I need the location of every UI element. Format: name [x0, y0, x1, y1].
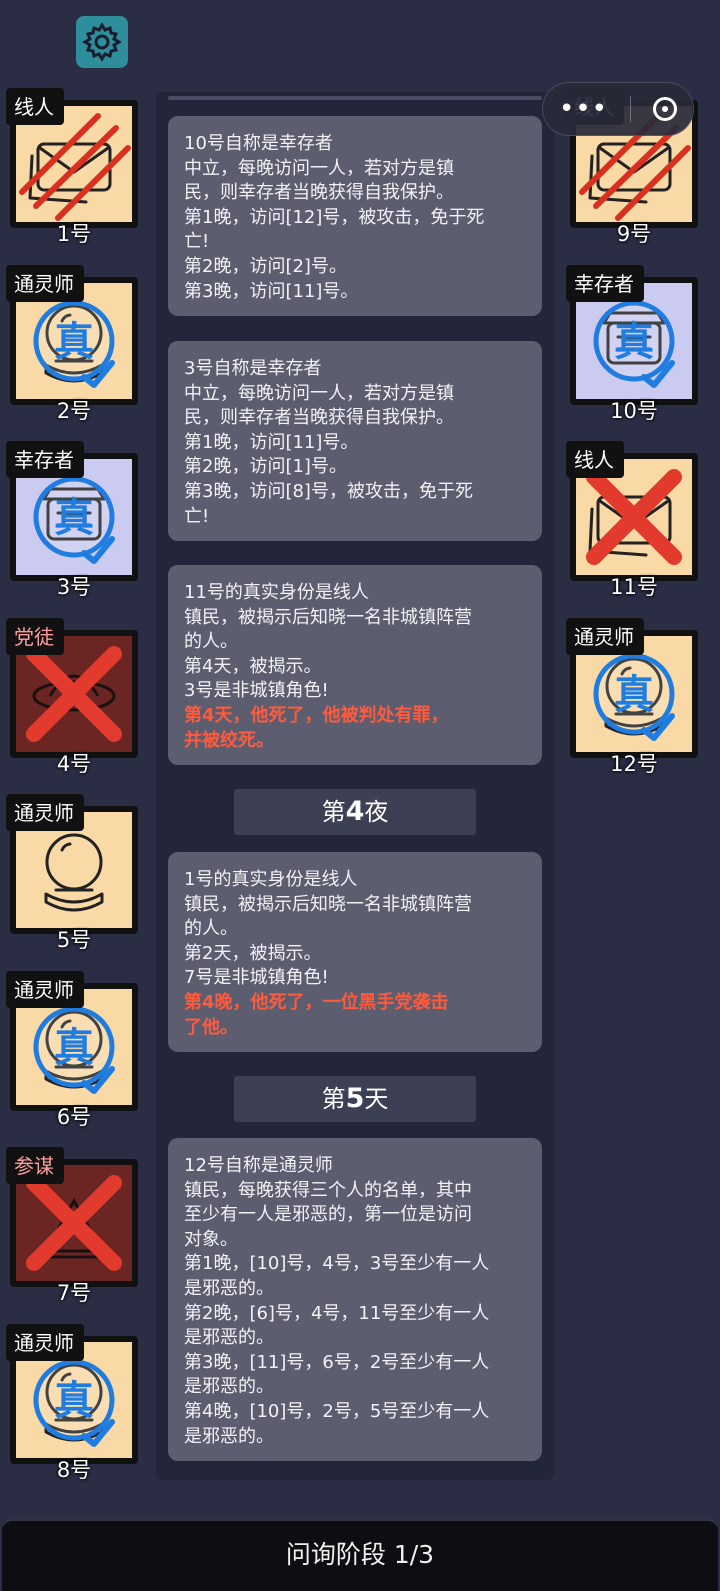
role-label: 党徒	[6, 617, 64, 655]
message-line: 民，则幸存者当晚获得自我保护。	[184, 182, 454, 204]
message-line: 中立，每晚访问一人，若对方是镇	[184, 157, 454, 179]
player-card-3[interactable]: 幸存者 真 3号	[4, 441, 144, 617]
message-line: 是邪恶的。	[184, 1327, 274, 1349]
log-message: 11号的真实身份是线人镇民，被揭示后知晓一名非城镇阵营 的人。 第4天，被揭示。 3号…	[168, 565, 542, 766]
message-line: 的人。	[184, 631, 238, 653]
message-line: 民，则幸存者当晚获得自我保护。	[184, 407, 454, 429]
message-line: 3号是非城镇角色!	[184, 680, 329, 702]
message-line: 第3晚，访问[11]号。	[184, 280, 359, 302]
player-number: 10号	[610, 398, 658, 423]
player-number: 11号	[610, 575, 658, 599]
message-line: 第2天，被揭示。	[184, 942, 322, 964]
svg-text:真: 真	[54, 1378, 94, 1424]
role-label: 幸存者	[566, 264, 644, 302]
player-number: 5号	[56, 928, 92, 952]
message-title: 11号的真实身份是线人	[184, 582, 369, 603]
message-title: 10号自称是幸存者	[184, 133, 333, 154]
log-message: 3号自称是幸存者中立，每晚访问一人，若对方是镇 民，则幸存者当晚获得自我保护。 第1…	[168, 341, 542, 542]
message-line: 亡!	[184, 231, 210, 253]
log-message: 1号的真实身份是线人镇民，被揭示后知晓一名非城镇阵营 的人。 第2天，被揭示。 7号是…	[168, 852, 542, 1053]
message-line: 第4天，被揭示。	[184, 655, 322, 677]
game-log-panel[interactable]: 10号自称是幸存者 中立，每晚访问一人，若对方是镇 民，则幸存者当晚获得自我保护。第…	[156, 92, 554, 1480]
player-number: 9号	[616, 222, 652, 246]
death-notice: 第4天，他死了，他被判处有罪，	[184, 704, 449, 726]
player-number: 1号	[56, 222, 92, 246]
gear-icon	[82, 22, 122, 62]
message-title: 3号自称是幸存者	[184, 358, 322, 379]
message-line: 是邪恶的。	[184, 1376, 274, 1398]
message-line: 第1晚，访问[11]号。	[184, 431, 359, 453]
player-card-1[interactable]: 线人 1号	[4, 88, 144, 264]
player-number: 7号	[56, 1281, 92, 1305]
message-line: 对象。	[184, 1228, 238, 1250]
player-card-7[interactable]: 参谋 7号	[4, 1147, 144, 1323]
player-card-11[interactable]: 线人 11号	[564, 441, 704, 617]
death-notice: 第4晚，他死了，一位黑手党袭击	[184, 991, 449, 1013]
svg-text:真: 真	[54, 495, 94, 541]
message-title: 12号自称是通灵师	[184, 1155, 333, 1176]
message-line: 镇民，被揭示后知晓一名非城镇阵营	[184, 893, 472, 915]
phase-divider: 第4夜	[234, 789, 476, 835]
svg-text:真: 真	[54, 319, 94, 365]
message-line: 至少有一人是邪恶的，第一位是访问	[184, 1204, 472, 1226]
message-line: 第1晚，[10]号，4号，3号至少有一人	[184, 1253, 490, 1275]
message-line: 第2晚，访问[1]号。	[184, 456, 347, 478]
role-label: 线人	[6, 88, 64, 125]
settings-button[interactable]	[76, 16, 128, 68]
player-number: 6号	[56, 1104, 92, 1129]
death-notice: 了他。	[184, 1016, 238, 1038]
player-card-8[interactable]: 通灵师 真 8号	[4, 1323, 144, 1500]
player-card-5[interactable]: 通灵师 5号	[4, 794, 144, 970]
message-line: 第1晚，访问[12]号，被攻击，免于死	[184, 206, 485, 228]
player-card-6[interactable]: 通灵师 真 6号	[4, 970, 144, 1147]
role-label: 线人	[566, 441, 624, 478]
message-line: 第2晚，访问[2]号。	[184, 255, 347, 277]
message-line: 中立，每晚访问一人，若对方是镇	[184, 382, 454, 404]
message-line: 的人。	[184, 918, 238, 940]
close-circle-button[interactable]	[652, 97, 677, 121]
capsule-divider	[630, 96, 631, 122]
message-line: 是邪恶的。	[184, 1425, 274, 1447]
phase-label: 问询阶段 1/3	[285, 1540, 435, 1569]
miniprogram-capsule: •••	[542, 82, 694, 136]
more-menu-button[interactable]: •••	[559, 96, 608, 122]
message-line: 第3晚，访问[8]号，被攻击，免于死	[184, 480, 473, 502]
role-label: 幸存者	[6, 441, 84, 478]
svg-text:真: 真	[614, 319, 654, 365]
message-line: 第4晚，[10]号，2号，5号至少有一人	[184, 1400, 490, 1422]
phase-divider: 第5天	[234, 1076, 476, 1122]
log-scroll-edge	[168, 96, 542, 100]
role-label: 参谋	[6, 1147, 64, 1184]
role-label: 通灵师	[6, 1323, 84, 1361]
player-number: 3号	[56, 575, 92, 599]
player-number: 8号	[56, 1457, 92, 1482]
player-card-12[interactable]: 通灵师 真 12号	[564, 617, 704, 794]
death-notice: 并被绞死。	[184, 729, 274, 751]
player-number: 12号	[610, 751, 658, 776]
message-line: 镇民，被揭示后知晓一名非城镇阵营	[184, 606, 472, 628]
player-card-4[interactable]: 党徒 4号	[4, 617, 144, 794]
player-card-10[interactable]: 幸存者 真 10号	[564, 264, 704, 441]
message-line: 7号是非城镇角色!	[184, 967, 329, 989]
role-label: 通灵师	[6, 264, 84, 302]
message-line: 亡!	[184, 505, 210, 527]
log-message: 10号自称是幸存者中立，每晚访问一人，若对方是镇 民，则幸存者当晚获得自我保护。第…	[168, 116, 542, 317]
player-number: 4号	[56, 751, 92, 776]
role-label: 通灵师	[566, 617, 644, 655]
role-label: 通灵师	[6, 970, 84, 1008]
svg-text:真: 真	[54, 1025, 94, 1071]
message-line: 是邪恶的。	[184, 1277, 274, 1299]
player-card-2[interactable]: 通灵师 真 2号	[4, 264, 144, 441]
message-line: 镇民，每晚获得三个人的名单，其中	[184, 1179, 472, 1201]
role-label: 通灵师	[6, 794, 84, 831]
log-message: 12号自称是通灵师镇民，每晚获得三个人的名单，其中 至少有一人是邪恶的，第一位是访…	[168, 1138, 542, 1462]
message-line: 第2晚，[6]号，4号，11号至少有一人	[184, 1302, 490, 1324]
player-number: 2号	[56, 398, 92, 423]
phase-bar[interactable]: 问询阶段 1/3	[2, 1518, 718, 1591]
message-title: 1号的真实身份是线人	[184, 869, 358, 890]
message-line: 第3晚，[11]号，6号，2号至少有一人	[184, 1351, 490, 1373]
svg-text:真: 真	[614, 672, 654, 718]
